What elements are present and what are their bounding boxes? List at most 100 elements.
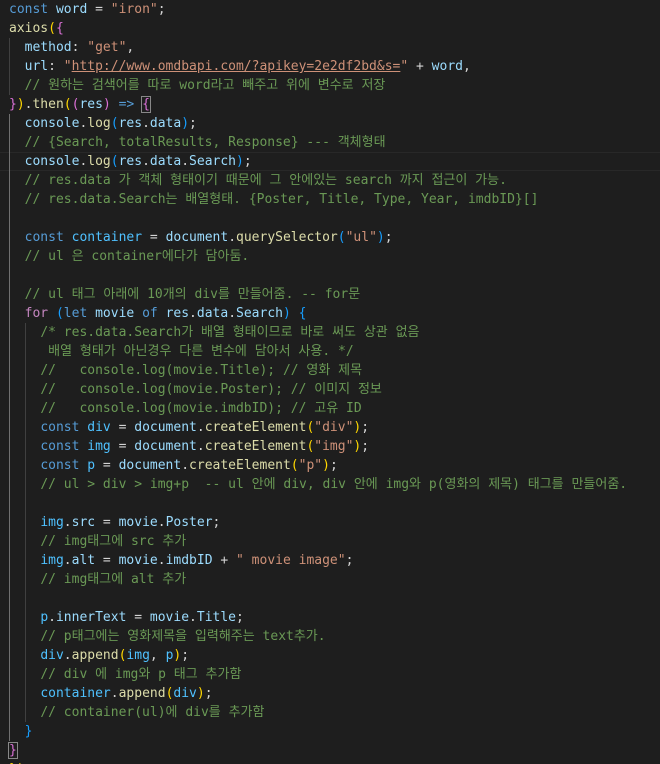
punctuation-token	[9, 135, 25, 150]
comment-token: // ul > div > img+p -- ul 안에 div, div 안에…	[40, 477, 628, 492]
code-line[interactable]: console.log(res.data);	[0, 114, 197, 133]
punctuation-token	[9, 306, 25, 321]
string-token: "div"	[314, 420, 354, 435]
code-editor[interactable]: const word = "iron"; axios({ method: "get…	[0, 0, 660, 764]
code-line[interactable]: div.append(img, p);	[0, 646, 189, 665]
code-line[interactable]: // div 에 img와 p 태그 추가함	[0, 665, 241, 684]
bracket-token: )	[181, 116, 190, 131]
punctuation-token	[9, 439, 40, 454]
function-token: append	[71, 648, 119, 663]
code-line[interactable]: const div = document.createElement("div"…	[0, 418, 369, 437]
code-line[interactable]: img.alt = movie.imdbID + " movie image";	[0, 551, 353, 570]
variable-token: url	[24, 59, 49, 74]
code-line[interactable]: const container = document.querySelector…	[0, 228, 393, 247]
code-line[interactable]: // res.data 가 객체 형태이기 때문에 그 안에있는 search …	[0, 171, 507, 190]
code-line[interactable]: for (let movie of res.data.Search) {	[0, 304, 307, 323]
function-token: createElement	[189, 458, 291, 473]
constant-token: p	[40, 610, 49, 625]
punctuation-token: .	[181, 154, 190, 169]
variable-token: Search	[189, 154, 237, 169]
punctuation-token	[9, 610, 40, 625]
punctuation-token	[9, 40, 25, 55]
code-line[interactable]: url: "http://www.omdbapi.com/?apikey=2e2…	[0, 57, 471, 76]
code-line[interactable]: // img태그에 alt 추가	[0, 570, 186, 589]
punctuation-token	[64, 230, 72, 245]
bracket-token: )	[16, 97, 25, 112]
variable-token: console	[24, 116, 80, 131]
string-token: "iron"	[110, 2, 158, 17]
code-line[interactable]: const word = "iron";	[0, 0, 166, 19]
variable-token: document	[165, 230, 229, 245]
variable-token: res	[118, 154, 143, 169]
punctuation-token: ,	[126, 40, 135, 55]
code-line[interactable]: p.innerText = movie.Title;	[0, 608, 244, 627]
code-line[interactable]: // ul 은 container에다가 담아둠.	[0, 247, 250, 266]
code-line[interactable]: const p = document.createElement("p");	[0, 456, 337, 475]
code-line[interactable]: img.src = movie.Poster;	[0, 513, 220, 532]
punctuation-token: ;	[157, 2, 166, 17]
code-line[interactable]	[0, 589, 9, 608]
code-line[interactable]	[0, 209, 9, 228]
code-line[interactable]: // img태그에 src 추가	[0, 532, 186, 551]
bracket-token: {	[298, 306, 307, 321]
url-link[interactable]: http://www.omdbapi.com/?apikey=2e2df2bd&…	[72, 59, 401, 74]
code-line[interactable]: /* res.data.Search가 배열 형태이므로 바로 써도 상관 없음	[0, 323, 419, 342]
keyword-token: let	[63, 306, 88, 321]
code-line[interactable]: axios({	[0, 19, 64, 38]
comment-token: // img태그에 src 추가	[40, 534, 187, 549]
constant-token: img	[40, 553, 64, 568]
code-line[interactable]: // console.log(movie.Poster); // 이미지 정보	[0, 380, 382, 399]
variable-token: src	[71, 515, 96, 530]
variable-token: word	[55, 2, 88, 17]
code-line[interactable]: // container(ul)에 div를 추가함	[0, 703, 264, 722]
function-token: log	[87, 154, 111, 169]
code-line[interactable]: // res.data.Search는 배열형태. {Poster, Title…	[0, 190, 539, 209]
code-line[interactable]: // console.log(movie.imdbID); // 고유 ID	[0, 399, 361, 418]
punctuation-token	[9, 724, 25, 739]
code-line[interactable]: method: "get",	[0, 38, 135, 57]
punctuation-token: :	[48, 59, 64, 74]
constant-token: container	[71, 230, 143, 245]
code-line[interactable]: // ul 태그 아래에 10개의 div를 만들어줌. -- for문	[0, 285, 361, 304]
string-token: "p"	[298, 458, 323, 473]
punctuation-token: =	[142, 230, 166, 245]
code-line[interactable]: // ul > div > img+p -- ul 안에 div, div 안에…	[0, 475, 627, 494]
keyword-token: const	[24, 230, 64, 245]
comment-token: // container(ul)에 div를 추가함	[40, 705, 265, 720]
punctuation-token: .	[63, 515, 72, 530]
code-line[interactable]: console.log(res.data.Search);	[0, 152, 252, 171]
comment-token: // p태그에는 영화제목을 입력해주는 text추가.	[40, 629, 326, 644]
code-line[interactable]: // 원하는 검색어를 따로 word라고 빼주고 위에 변수로 저장	[0, 76, 386, 95]
function-token: createElement	[204, 420, 307, 435]
constant-token: div	[173, 686, 197, 701]
function-token: append	[118, 686, 166, 701]
code-line[interactable]	[0, 266, 9, 285]
code-line[interactable]: }	[0, 741, 18, 760]
code-line[interactable]: });	[0, 760, 32, 764]
keyword-token: const	[40, 458, 80, 473]
code-line[interactable]: container.append(div);	[0, 684, 212, 703]
string-token: "img"	[314, 439, 354, 454]
punctuation-token: .	[157, 553, 166, 568]
code-line[interactable]: // console.log(movie.Title); // 영화 제목	[0, 361, 362, 380]
code-line[interactable]: 배열 형태가 아닌경우 다른 변수에 담아서 사용. */	[0, 342, 354, 361]
code-line[interactable]: // p태그에는 영화제목을 입력해주는 text추가.	[0, 627, 326, 646]
punctuation-token	[9, 192, 25, 207]
punctuation-token: :	[71, 40, 88, 55]
bracket-token: )	[196, 686, 205, 701]
code-line[interactable]: // {Search, totalResults, Response} --- …	[0, 133, 386, 152]
variable-token: console	[24, 154, 80, 169]
punctuation-token: ,	[462, 59, 471, 74]
constant-token: img	[87, 439, 111, 454]
punctuation-token: .	[189, 610, 197, 625]
punctuation-token	[9, 230, 25, 245]
code-line[interactable]: }).then((res) => {	[0, 95, 151, 114]
variable-token: movie	[118, 553, 158, 568]
code-line[interactable]: const img = document.createElement("img"…	[0, 437, 369, 456]
punctuation-token	[9, 534, 40, 549]
code-line[interactable]: }	[0, 722, 33, 741]
code-line[interactable]	[0, 494, 9, 513]
variable-token: movie	[118, 515, 158, 530]
variable-token: document	[134, 420, 197, 435]
punctuation-token	[87, 306, 95, 321]
